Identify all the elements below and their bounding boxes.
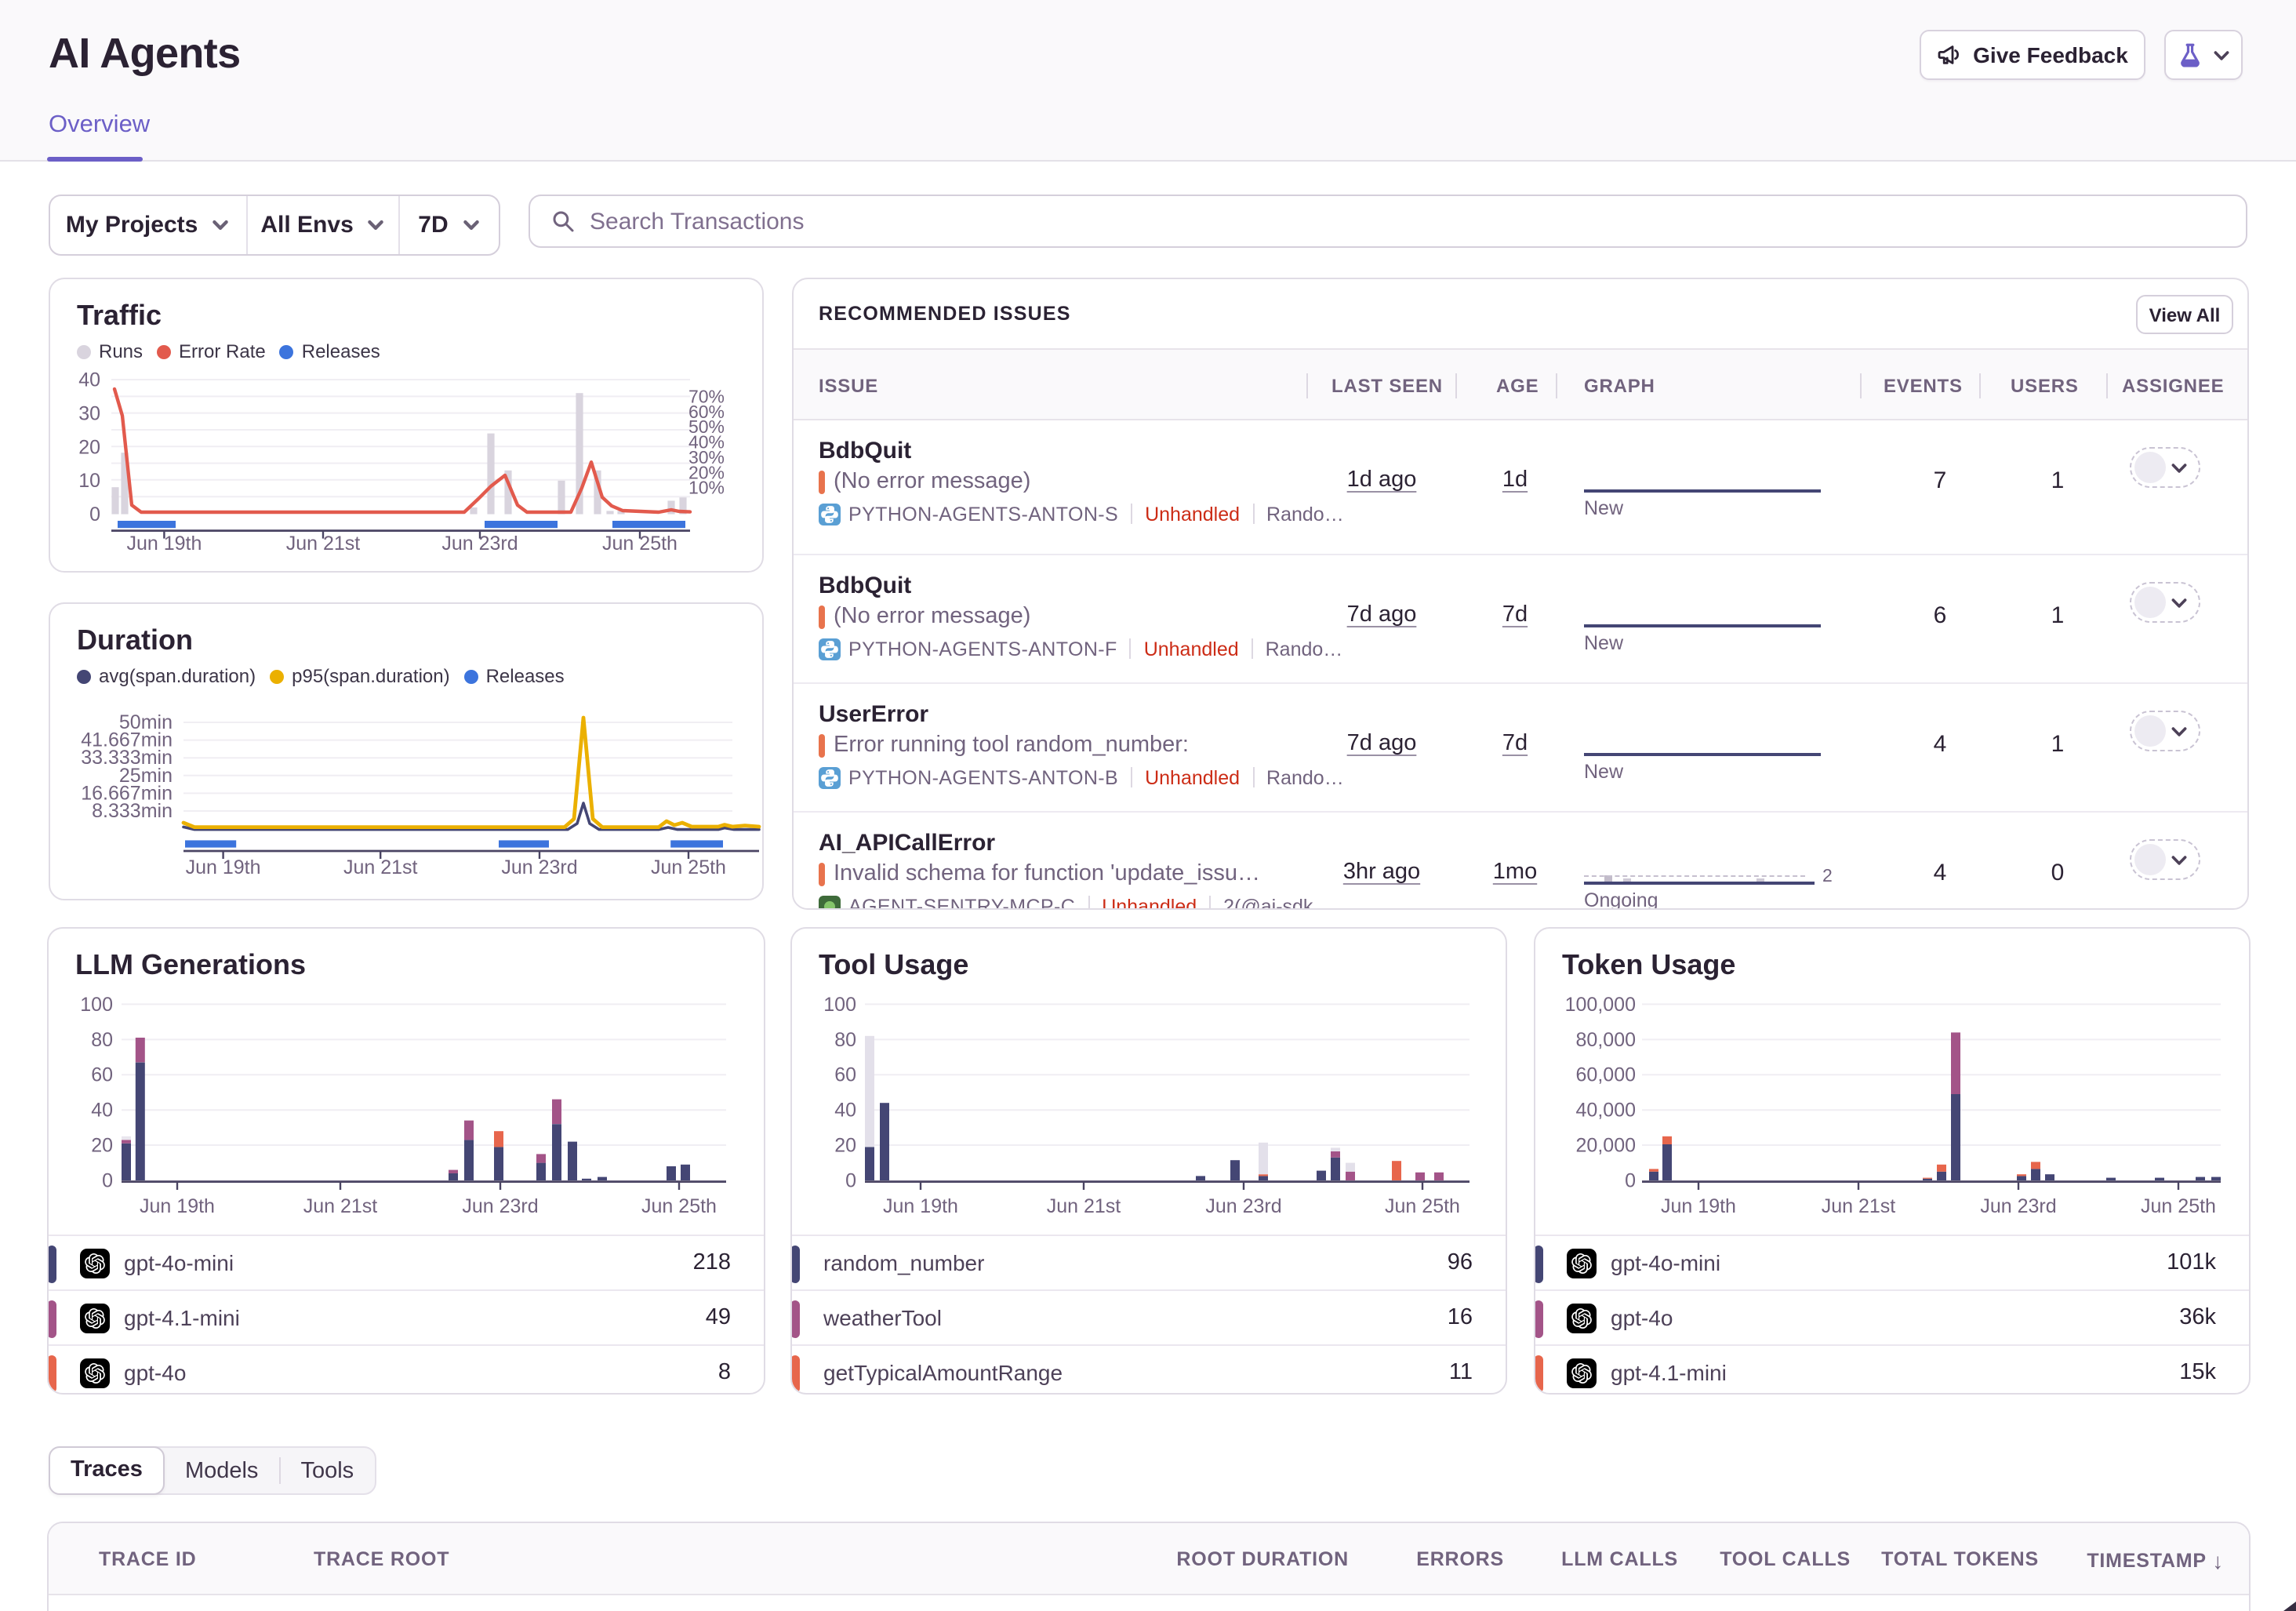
- svg-text:40: 40: [834, 1100, 856, 1122]
- svg-text:Jun 21st: Jun 21st: [1822, 1195, 1896, 1217]
- svg-text:100: 100: [80, 994, 113, 1016]
- svg-text:40,000: 40,000: [1576, 1100, 1636, 1122]
- svg-text:Jun 21st: Jun 21st: [286, 533, 361, 555]
- svg-text:40: 40: [91, 1100, 113, 1122]
- svg-text:20: 20: [91, 1134, 113, 1156]
- svg-text:80: 80: [834, 1029, 856, 1051]
- svg-text:Jun 21st: Jun 21st: [303, 1195, 378, 1217]
- svg-text:Jun 19th: Jun 19th: [126, 533, 202, 555]
- svg-text:Jun 21st: Jun 21st: [1047, 1195, 1121, 1217]
- svg-text:Jun 25th: Jun 25th: [641, 1195, 717, 1217]
- svg-text:Jun 23rd: Jun 23rd: [1205, 1195, 1281, 1217]
- svg-text:10: 10: [78, 470, 100, 492]
- svg-text:Jun 25th: Jun 25th: [1385, 1195, 1460, 1217]
- svg-text:8.333min: 8.333min: [92, 800, 173, 822]
- svg-text:80,000: 80,000: [1576, 1029, 1636, 1051]
- svg-text:0: 0: [845, 1169, 856, 1191]
- svg-text:Jun 23rd: Jun 23rd: [501, 856, 577, 878]
- svg-text:Jun 19th: Jun 19th: [140, 1195, 215, 1217]
- svg-text:Jun 25th: Jun 25th: [2141, 1195, 2216, 1217]
- svg-text:60: 60: [91, 1064, 113, 1086]
- svg-text:20: 20: [78, 436, 100, 458]
- svg-text:Jun 19th: Jun 19th: [1661, 1195, 1736, 1217]
- svg-text:0: 0: [89, 504, 100, 525]
- svg-text:Jun 19th: Jun 19th: [186, 856, 261, 878]
- svg-text:Jun 23rd: Jun 23rd: [462, 1195, 538, 1217]
- svg-text:100,000: 100,000: [1565, 994, 1636, 1016]
- svg-text:20: 20: [834, 1134, 856, 1156]
- svg-text:Jun 23rd: Jun 23rd: [441, 533, 518, 555]
- svg-text:Jun 23rd: Jun 23rd: [1980, 1195, 2056, 1217]
- svg-text:Jun 19th: Jun 19th: [883, 1195, 958, 1217]
- svg-text:30: 30: [78, 402, 100, 424]
- svg-text:0: 0: [102, 1169, 113, 1191]
- svg-text:Jun 21st: Jun 21st: [343, 856, 418, 878]
- svg-text:40: 40: [78, 369, 100, 391]
- svg-text:20,000: 20,000: [1576, 1134, 1636, 1156]
- svg-text:10%: 10%: [688, 478, 725, 498]
- svg-text:Jun 25th: Jun 25th: [602, 533, 678, 555]
- svg-text:60,000: 60,000: [1576, 1064, 1636, 1086]
- svg-text:Jun 25th: Jun 25th: [651, 856, 726, 878]
- svg-text:100: 100: [823, 994, 856, 1016]
- svg-text:0: 0: [1625, 1169, 1636, 1191]
- svg-text:80: 80: [91, 1029, 113, 1051]
- svg-text:60: 60: [834, 1064, 856, 1086]
